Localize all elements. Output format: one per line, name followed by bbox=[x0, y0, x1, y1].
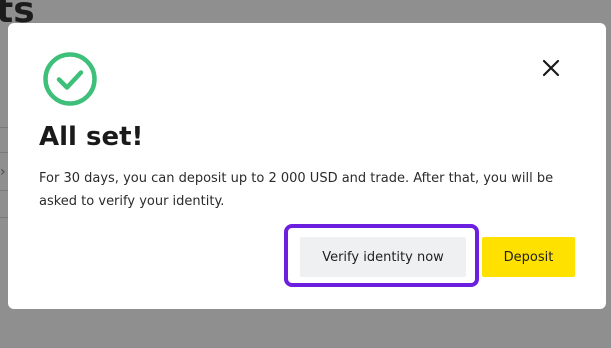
modal-description: For 30 days, you can deposit up to 2 000… bbox=[39, 171, 554, 209]
success-modal: All set! For 30 days, you can deposit up… bbox=[8, 23, 606, 309]
deposit-button[interactable]: Deposit bbox=[482, 237, 575, 277]
check-circle-icon bbox=[43, 52, 97, 106]
modal-title: All set! bbox=[39, 122, 144, 152]
close-icon[interactable] bbox=[540, 57, 562, 79]
background-chevron-icon: › bbox=[0, 164, 6, 180]
verify-identity-button[interactable]: Verify identity now bbox=[300, 237, 466, 277]
